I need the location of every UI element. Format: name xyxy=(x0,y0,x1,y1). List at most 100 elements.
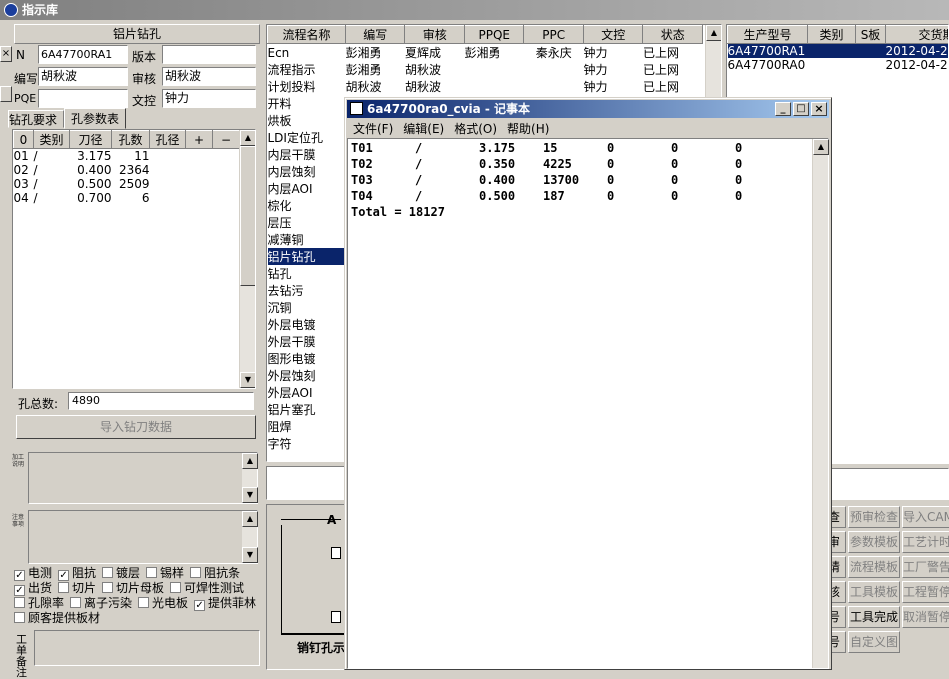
option-checkbox[interactable]: 可焊性测试 xyxy=(170,581,244,595)
notepad-menu-item[interactable]: 帮助(H) xyxy=(507,122,549,136)
column-header[interactable]: 刀径 xyxy=(70,131,112,149)
pin-icon[interactable] xyxy=(0,86,12,102)
column-header[interactable]: PPC xyxy=(524,26,584,44)
close-icon[interactable]: × xyxy=(0,46,12,62)
table-row[interactable]: 02/0.4002364 xyxy=(14,163,240,177)
column-header[interactable]: 文控 xyxy=(583,26,643,44)
checkbox-box[interactable] xyxy=(102,582,113,593)
action-button[interactable]: 工厂警告 xyxy=(902,556,949,578)
column-header[interactable]: + xyxy=(186,131,213,149)
checkbox-box[interactable] xyxy=(70,597,81,608)
notepad-menu-item[interactable]: 文件(F) xyxy=(353,122,393,136)
column-header[interactable]: 流程名称 xyxy=(268,26,346,44)
option-checkbox[interactable]: 切片 xyxy=(58,581,96,595)
column-header[interactable]: S板 xyxy=(856,26,886,44)
attention-box[interactable]: ▲ ▼ xyxy=(28,510,258,564)
option-checkbox[interactable]: 孔隙率 xyxy=(14,596,64,610)
option-checkbox[interactable]: 阻抗条 xyxy=(190,566,240,580)
notepad-menu-item[interactable]: 格式(O) xyxy=(454,122,497,136)
action-button[interactable]: 工程暂停 xyxy=(902,581,949,603)
version-field[interactable] xyxy=(162,45,256,64)
scroll-up-button[interactable]: ▲ xyxy=(242,511,258,527)
option-checkbox[interactable]: 离子污染 xyxy=(70,596,132,610)
notepad-title-bar[interactable]: 6a47700ra0_cvia - 记事本 _ □ × xyxy=(347,100,829,118)
close-button[interactable]: × xyxy=(811,102,827,116)
checkbox-box[interactable] xyxy=(14,612,25,623)
scroll-up-button[interactable]: ▲ xyxy=(706,25,722,41)
option-checkbox[interactable]: ✓阻抗 xyxy=(58,566,96,580)
action-button[interactable]: 工具完成 xyxy=(848,606,900,628)
checkbox-box[interactable] xyxy=(14,597,25,608)
option-checkbox[interactable]: 光电板 xyxy=(138,596,188,610)
column-header[interactable]: − xyxy=(213,131,240,149)
notepad-menu-item[interactable]: 编辑(E) xyxy=(403,122,444,136)
checkbox-box[interactable]: ✓ xyxy=(14,570,25,581)
pn-field[interactable]: 6A47700RA1 xyxy=(38,45,128,64)
process-notes-box[interactable]: ▲ ▼ xyxy=(28,452,258,504)
attention-scrollbar[interactable]: ▲ ▼ xyxy=(241,511,257,563)
action-button[interactable]: 导入CAM xyxy=(902,506,949,528)
scroll-up-button[interactable]: ▲ xyxy=(242,453,258,469)
model-row[interactable]: 6A47700RA02012-04-25 xyxy=(728,58,949,72)
writer-field[interactable]: 胡秋波 xyxy=(38,67,128,86)
action-button[interactable]: 参数模板 xyxy=(848,531,900,553)
action-button[interactable]: 自定义图 xyxy=(848,631,900,653)
process-row[interactable]: Ecn彭湘勇夏辉成彭湘勇秦永庆钟力已上网 xyxy=(268,44,703,62)
checkbox-box[interactable] xyxy=(138,597,149,608)
minimize-button[interactable]: _ xyxy=(775,102,791,116)
column-header[interactable]: 孔数 xyxy=(112,131,150,149)
option-checkbox[interactable]: 顾客提供板材 xyxy=(14,611,100,625)
checkbox-box[interactable] xyxy=(58,582,69,593)
tab-hole-params[interactable]: 孔参数表 xyxy=(64,108,126,129)
column-header[interactable]: 类别 xyxy=(808,26,856,44)
process-row[interactable]: 流程指示彭湘勇胡秋波钟力已上网 xyxy=(268,61,703,78)
doc-field[interactable]: 钟力 xyxy=(162,89,256,108)
tab-drill-requirements[interactable]: 钻孔要求 xyxy=(8,110,64,128)
column-header[interactable]: 交货期 xyxy=(886,26,949,44)
checkbox-box[interactable] xyxy=(190,567,201,578)
column-header[interactable]: 编写 xyxy=(345,26,405,44)
action-button[interactable]: 取消暂停 xyxy=(902,606,949,628)
option-checkbox[interactable]: ✓提供菲林 xyxy=(194,596,256,610)
work-order-field[interactable] xyxy=(34,630,260,666)
scroll-down-button[interactable]: ▼ xyxy=(242,547,258,563)
option-checkbox[interactable]: 切片母板 xyxy=(102,581,164,595)
checkbox-box[interactable]: ✓ xyxy=(58,570,69,581)
checkbox-box[interactable] xyxy=(146,567,157,578)
scroll-down-button[interactable]: ▼ xyxy=(240,372,256,388)
column-header[interactable]: 生产型号 xyxy=(728,26,808,44)
checkbox-box[interactable] xyxy=(170,582,181,593)
column-header[interactable]: 类别 xyxy=(34,131,70,149)
maximize-button[interactable]: □ xyxy=(793,102,809,116)
action-button[interactable]: 流程模板 xyxy=(848,556,900,578)
option-checkbox[interactable]: ✓出货 xyxy=(14,581,52,595)
table-row[interactable]: 03/0.5002509 xyxy=(14,177,240,191)
notepad-scrollbar[interactable]: ▲ xyxy=(812,139,828,668)
scroll-up-button[interactable]: ▲ xyxy=(240,130,256,146)
action-button[interactable]: 工具模板 xyxy=(848,581,900,603)
checkbox-box[interactable]: ✓ xyxy=(14,585,25,596)
table-row[interactable]: 01/3.17511 xyxy=(14,149,240,164)
option-checkbox[interactable]: 镀层 xyxy=(102,566,140,580)
review-field[interactable]: 胡秋波 xyxy=(162,67,256,86)
scroll-thumb[interactable] xyxy=(240,146,256,286)
action-button[interactable]: 工艺计时 xyxy=(902,531,949,553)
column-header[interactable]: 孔径 xyxy=(150,131,186,149)
column-header[interactable]: PPQE xyxy=(464,26,524,44)
process-row[interactable]: 计划投料胡秋波胡秋波钟力已上网 xyxy=(268,78,703,95)
import-drill-button[interactable]: 导入钻刀数据 xyxy=(16,415,256,439)
checkbox-box[interactable]: ✓ xyxy=(194,600,205,611)
checkbox-box[interactable] xyxy=(102,567,113,578)
notes-scrollbar[interactable]: ▲ ▼ xyxy=(241,453,257,503)
column-header[interactable]: 0 xyxy=(14,131,34,149)
model-row[interactable]: 6A47700RA12012-04-25 xyxy=(728,44,949,59)
column-header[interactable]: 状态 xyxy=(643,26,703,44)
ppqe-field[interactable] xyxy=(38,89,128,108)
action-button[interactable]: 预审检查 xyxy=(848,506,900,528)
scroll-down-button[interactable]: ▼ xyxy=(242,487,258,503)
table-scrollbar[interactable]: ▲ ▼ xyxy=(239,130,255,388)
notepad-text-area[interactable]: T01/3.17515000T02/0.3504225000T03/0.4001… xyxy=(347,138,829,669)
column-header[interactable]: 审核 xyxy=(405,26,465,44)
option-checkbox[interactable]: 锡样 xyxy=(146,566,184,580)
option-checkbox[interactable]: ✓电测 xyxy=(14,566,52,580)
